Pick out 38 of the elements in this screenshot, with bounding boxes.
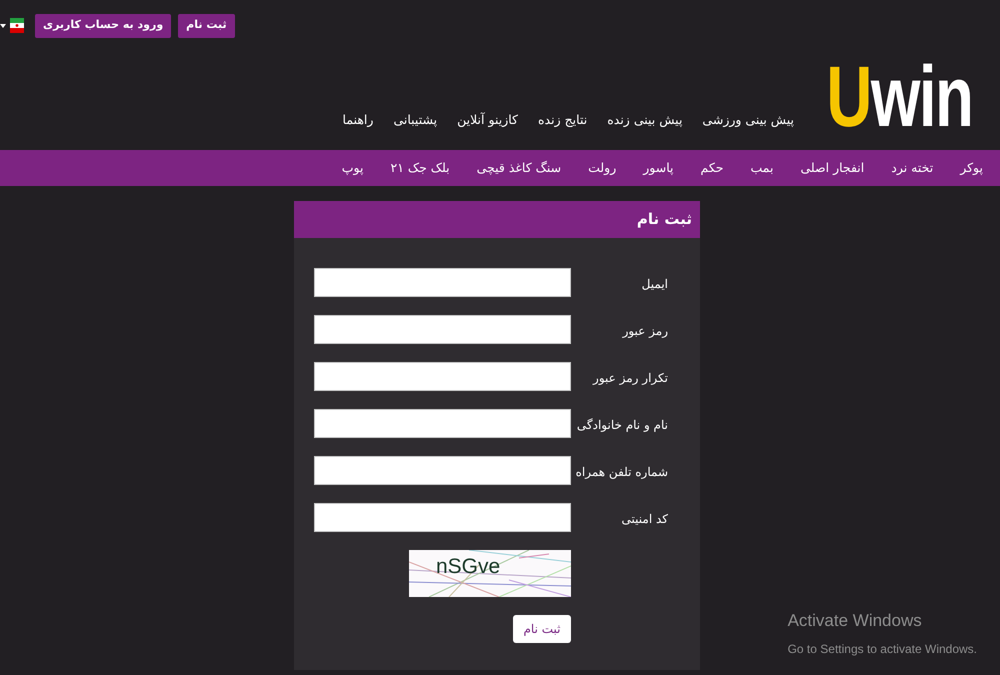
captcha-text: nSGve	[436, 554, 500, 580]
activation-title: Activate Windows	[788, 610, 923, 632]
nav-link[interactable]: پشتیبانی	[393, 111, 438, 130]
game-link[interactable]: بمب	[750, 158, 774, 178]
game-link[interactable]: انفجار اصلی	[800, 158, 864, 178]
input-field[interactable]	[314, 362, 571, 391]
nav-link[interactable]: پیش بینی زنده	[607, 111, 682, 130]
game-link[interactable]: رولت	[588, 158, 616, 178]
nav-link[interactable]: پیش بینی ورزشی	[702, 111, 794, 130]
game-link[interactable]: پوپ	[342, 158, 364, 178]
field-label: تکرار رمز عبور	[593, 370, 668, 384]
field-label: ایمیل	[642, 276, 668, 290]
activation-subtitle: Go to Settings to activate Windows.	[788, 641, 977, 658]
nav-link[interactable]: نتایج زنده	[538, 111, 588, 130]
nav-link[interactable]: راهنما	[342, 111, 374, 130]
game-link[interactable]: سنگ کاغذ قیچی	[476, 158, 562, 178]
game-link[interactable]: حکم	[700, 158, 724, 178]
input-field[interactable]	[314, 456, 571, 485]
submit-button[interactable]: ثبت نام	[513, 615, 571, 643]
field-label: کد امنیتی	[622, 512, 668, 526]
field-label: نام و نام خانوادگی	[576, 418, 668, 432]
nav-link[interactable]: کازینو آنلاین	[457, 111, 518, 130]
caret-icon[interactable]	[0, 24, 6, 28]
form-title: ثبت نام	[636, 209, 692, 230]
input-field[interactable]	[314, 503, 571, 532]
game-link[interactable]: بلک جک ۲۱	[390, 158, 450, 178]
field-label: رمز عبور	[622, 324, 668, 338]
game-link[interactable]: تخته نرد	[891, 158, 934, 178]
login-button[interactable]: ورود به حساب کاربری	[35, 14, 172, 38]
register-button[interactable]: ثبت نام	[178, 14, 235, 38]
field-label: شماره تلفن همراه	[576, 464, 668, 478]
flag-icon[interactable]	[10, 18, 24, 33]
input-field[interactable]	[314, 315, 571, 344]
game-link[interactable]: پاسور	[643, 158, 674, 178]
logo[interactable]: Uwin	[826, 60, 972, 133]
input-field[interactable]	[314, 268, 571, 297]
input-field[interactable]	[314, 409, 571, 438]
game-link[interactable]: پوکر	[960, 158, 983, 178]
